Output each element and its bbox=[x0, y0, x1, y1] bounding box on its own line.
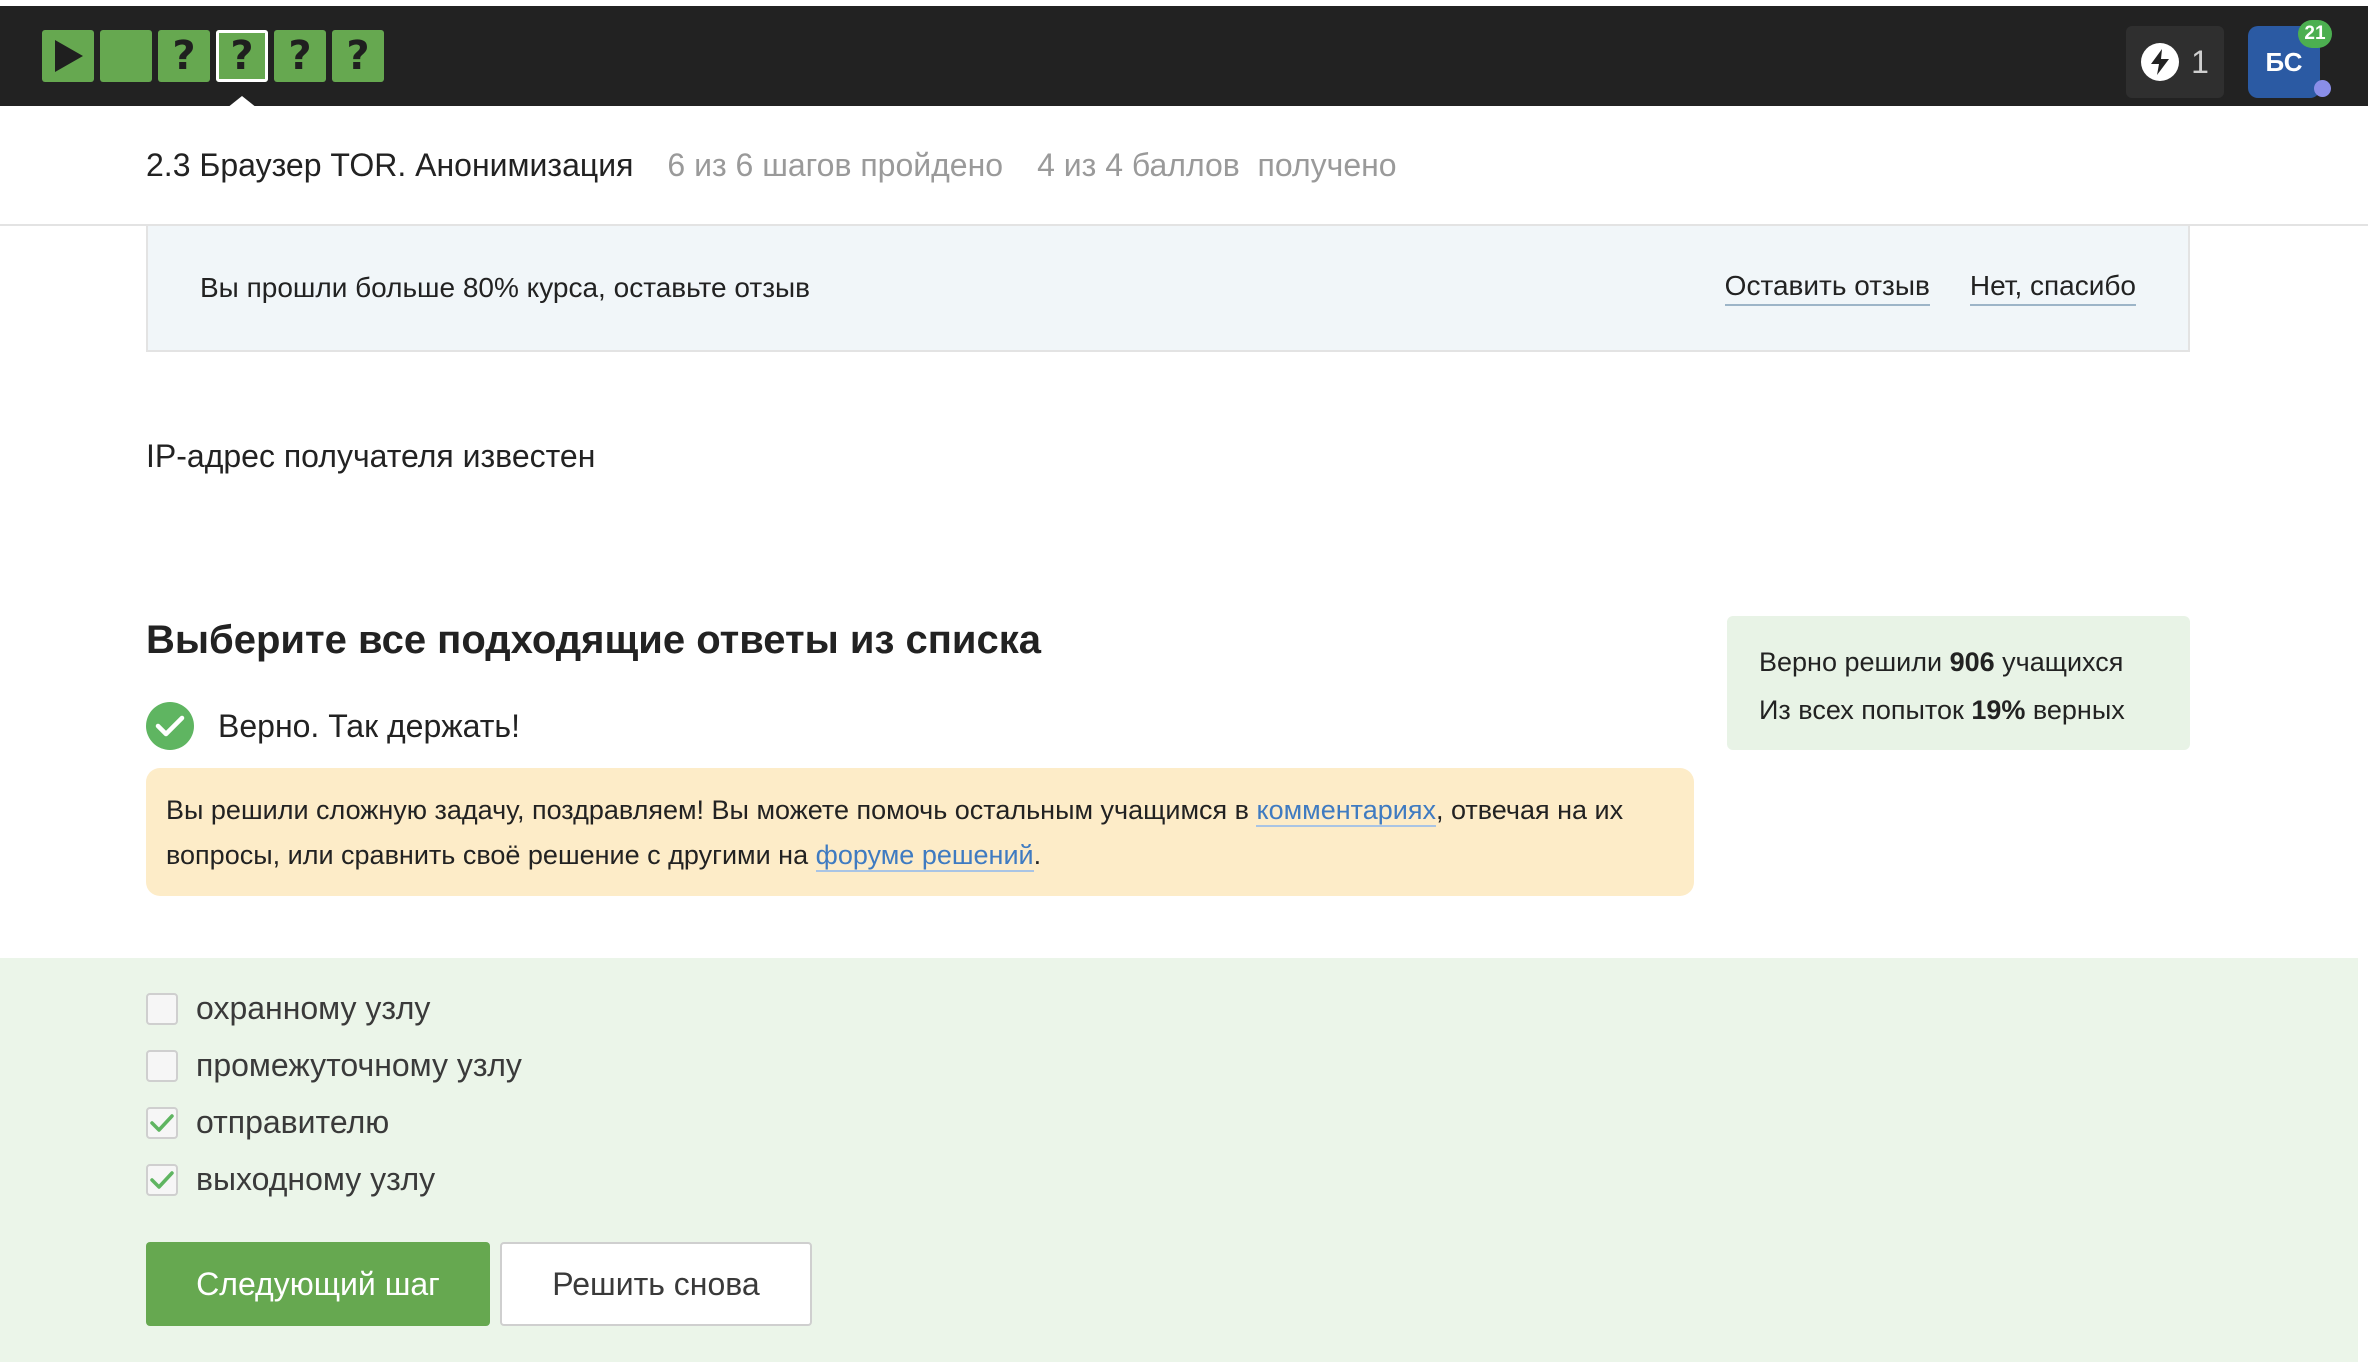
checkmark-icon bbox=[150, 1113, 174, 1132]
solve-stats-box: Верно решили 906 учащихся Из всех попыто… bbox=[1727, 616, 2190, 750]
option-sender[interactable]: отправителю bbox=[146, 1104, 389, 1141]
feedback-prompt: Вы прошли больше 80% курса, оставьте отз… bbox=[200, 272, 811, 303]
energy-button[interactable]: 1 bbox=[2126, 26, 2224, 98]
step-6-quiz[interactable]: ? bbox=[332, 30, 384, 82]
comments-link[interactable]: комментариях bbox=[1256, 795, 1436, 827]
quiz-result: Верно. Так держать! bbox=[146, 702, 520, 750]
solved-count-line: Верно решили 906 учащихся bbox=[1759, 638, 2158, 686]
step-3-quiz[interactable]: ? bbox=[158, 30, 210, 82]
quiz-title: Выберите все подходящие ответы из списка bbox=[146, 618, 1041, 662]
attempts-line: Из всех попыток 19% верных bbox=[1759, 686, 2158, 734]
option-label: охранному узлу bbox=[196, 990, 431, 1026]
steps-progress: 6 из 6 шагов пройдено bbox=[667, 146, 1004, 183]
option-checkbox-unchecked[interactable] bbox=[146, 992, 178, 1025]
option-label: отправителю bbox=[196, 1104, 390, 1140]
attempts-prefix: Из всех попыток bbox=[1759, 695, 1972, 725]
step-question-text: IP-адрес получателя известен bbox=[146, 438, 596, 474]
attempts-suffix: верных bbox=[2025, 695, 2125, 725]
lesson-title[interactable]: 2.3 Браузер TOR. Анонимизация bbox=[146, 147, 633, 184]
congrats-hint-box: Вы решили сложную задачу, поздравляем! В… bbox=[146, 768, 1694, 896]
step-4-quiz-current[interactable]: ? bbox=[216, 30, 268, 82]
option-checkbox-unchecked[interactable] bbox=[146, 1049, 178, 1082]
feedback-actions: Оставить отзыв Нет, спасибо bbox=[1724, 270, 2136, 306]
points-progress: 4 из 4 баллов получено bbox=[1037, 146, 1397, 183]
result-message: Верно. Так держать! bbox=[218, 707, 520, 744]
leave-review-link[interactable]: Оставить отзыв bbox=[1724, 270, 1930, 306]
notifications-badge[interactable]: 21 bbox=[2298, 20, 2332, 48]
online-status-dot bbox=[2314, 80, 2331, 97]
correct-check-icon bbox=[146, 702, 194, 750]
step-1-video[interactable] bbox=[42, 30, 94, 82]
solve-again-button[interactable]: Решить снова bbox=[500, 1242, 812, 1326]
energy-count: 1 bbox=[2191, 43, 2209, 80]
option-middle-node[interactable]: промежуточному узлу bbox=[146, 1047, 522, 1084]
option-checkbox-checked[interactable] bbox=[146, 1106, 178, 1139]
step-2-text[interactable] bbox=[100, 30, 152, 82]
hint-text-1: Вы решили сложную задачу, поздравляем! В… bbox=[166, 795, 1257, 825]
next-step-button[interactable]: Следующий шаг bbox=[146, 1242, 490, 1326]
option-guard-node[interactable]: охранному узлу bbox=[146, 990, 430, 1027]
solved-count: 906 bbox=[1949, 647, 1995, 677]
solutions-forum-link[interactable]: форуме решений bbox=[815, 840, 1034, 872]
page-right-edge bbox=[2358, 958, 2368, 1362]
option-label: промежуточному узлу bbox=[196, 1047, 522, 1083]
play-icon bbox=[55, 40, 83, 72]
option-label: выходному узлу bbox=[196, 1161, 436, 1197]
solved-prefix: Верно решили bbox=[1759, 647, 1950, 677]
checkmark-icon bbox=[150, 1170, 174, 1189]
option-exit-node[interactable]: выходному узлу bbox=[146, 1161, 435, 1198]
decline-review-link[interactable]: Нет, спасибо bbox=[1969, 270, 2136, 306]
lightning-icon bbox=[2141, 43, 2180, 81]
lesson-header: 2.3 Браузер TOR. Анонимизация 6 из 6 шаг… bbox=[0, 106, 2368, 226]
lesson-steps-nav: ? ? ? ? bbox=[42, 30, 384, 82]
step-5-quiz[interactable]: ? bbox=[274, 30, 326, 82]
option-checkbox-checked[interactable] bbox=[146, 1163, 178, 1196]
attempts-percent: 19% bbox=[1971, 695, 2026, 725]
top-navigation-bar: ? ? ? ? 1 БС 21 bbox=[0, 0, 2368, 112]
hint-text-3: . bbox=[1033, 840, 1042, 870]
course-feedback-banner: Вы прошли больше 80% курса, оставьте отз… bbox=[146, 226, 2190, 352]
solved-suffix: учащихся bbox=[1994, 647, 2124, 677]
